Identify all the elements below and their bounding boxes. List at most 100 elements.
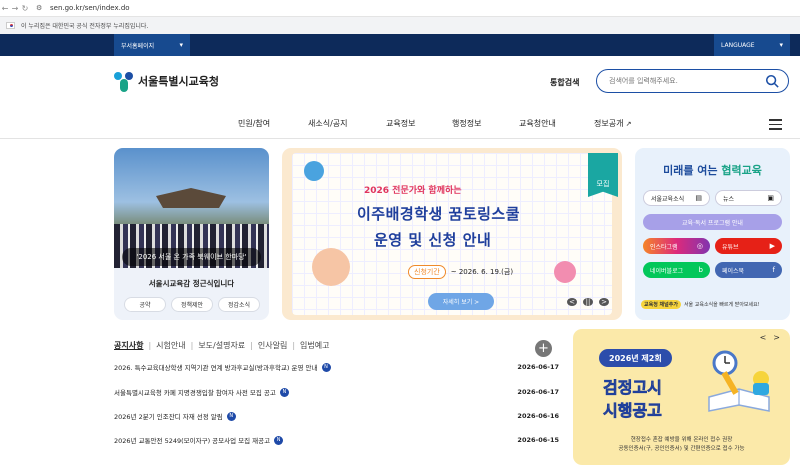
tab-exam[interactable]: 시험안내 bbox=[156, 340, 185, 351]
top-nav-bar: 부서홈페이지 ▾ LANGUAGE ▾ bbox=[0, 34, 800, 56]
main-menu: 민원/참여 새소식/공지 교육정보 행정정보 교육청안내 정보공개 ↗ bbox=[0, 108, 800, 139]
naver-blog-button[interactable]: 네이버블로그 b bbox=[643, 262, 710, 278]
notice-title: 2026. 특수교육대상학생 지역기관 연계 방과후교실(방과후학교) 운영 안… bbox=[114, 364, 318, 372]
banner-paper: 2026 전문가와 함께하는 이주배경학생 꿈토링스쿨 운영 및 신청 안내 신… bbox=[292, 153, 618, 315]
channels-card: 미래를 여는 협력교육 서울교육소식 ▤ 뉴스 ▣ 교육·독서 프로그램 안내 인스… bbox=[635, 148, 790, 320]
menu-admin-info[interactable]: 행정정보 bbox=[452, 118, 481, 129]
caret-down-icon: ▾ bbox=[179, 41, 183, 49]
notice-date: 2026-06-17 bbox=[517, 363, 559, 371]
banner-line1: 2026 전문가와 함께하는 bbox=[364, 186, 462, 196]
instagram-icon: ◎ bbox=[696, 242, 703, 250]
next-slide-icon[interactable]: > bbox=[599, 298, 609, 306]
tab-notice[interactable]: 공지사항 bbox=[114, 340, 143, 351]
superintendent-card: '2026 서울 온 가족 북웨이브 한마당' 서울시교육감 정근식입니다 공약… bbox=[114, 148, 269, 320]
banner-line2: 이주배경학생 꿈토링스쿨 bbox=[357, 205, 521, 223]
site-logo[interactable]: 서울특별시교육청 bbox=[114, 70, 219, 92]
news-label: 뉴스 bbox=[723, 195, 735, 203]
notice-row[interactable]: 서울특별시교육청 카페 지명경쟁입찰 참여자 사전 모집 공고 N 2026-06-… bbox=[114, 384, 559, 400]
menu-edu-info[interactable]: 교육정보 bbox=[386, 118, 415, 129]
search-label: 통합검색 bbox=[550, 78, 580, 87]
notice-row[interactable]: 2026년 교통안전 5249(모이자구) 공모사업 모집 재공고 N 2026-0… bbox=[114, 432, 559, 448]
notice-date: 2026-06-16 bbox=[517, 412, 559, 420]
policy-proposal-button[interactable]: 정책제안 bbox=[171, 297, 213, 312]
seoul-news-button[interactable]: 서울교육소식 ▤ bbox=[643, 190, 710, 206]
news-icon: ▣ bbox=[767, 194, 774, 202]
tab-divider: | bbox=[148, 341, 152, 350]
prev-slide-icon[interactable]: < bbox=[567, 298, 577, 306]
menu-disclosure[interactable]: 정보공개 ↗ bbox=[594, 118, 632, 129]
site-info-icon[interactable]: ⚙ bbox=[36, 4, 46, 12]
notice-row[interactable]: 2026년 2분기 인조잔디 자재 선정 알림 N 2026-06-16 bbox=[114, 408, 559, 424]
tab-press[interactable]: 보도/설명자료 bbox=[198, 340, 245, 351]
search-input[interactable] bbox=[609, 77, 759, 85]
notice-date: 2026-06-15 bbox=[517, 436, 559, 444]
banner-period: 신청기간 ~ 2026. 6. 19.(금) bbox=[408, 265, 513, 279]
language-dropdown[interactable]: LANGUAGE ▾ bbox=[714, 34, 790, 56]
gov-banner-text[interactable]: 이 누리집은 대한민국 공식 전자정부 누리집입니다. bbox=[21, 21, 148, 30]
more-notices-plus-icon[interactable]: + bbox=[535, 340, 552, 357]
period-tag: 신청기간 bbox=[408, 265, 446, 279]
promo-prev-icon[interactable]: < bbox=[760, 333, 767, 342]
search-icon[interactable] bbox=[765, 74, 779, 88]
dept-homepage-label: 부서홈페이지 bbox=[121, 42, 155, 50]
pledge-button[interactable]: 공약 bbox=[124, 297, 166, 312]
caret-down-icon: ▾ bbox=[779, 41, 783, 49]
facebook-button[interactable]: 페이스북 f bbox=[715, 262, 782, 278]
banner-more-button[interactable]: 자세히 보기 > bbox=[428, 293, 494, 310]
url-text[interactable]: sen.go.kr/sen/index.do bbox=[50, 4, 130, 12]
dept-homepage-dropdown[interactable]: 부서홈페이지 ▾ bbox=[114, 34, 190, 56]
menu-news[interactable]: 새소식/공지 bbox=[308, 118, 348, 129]
pause-icon[interactable]: || bbox=[583, 298, 593, 306]
back-icon[interactable]: ← bbox=[0, 4, 10, 13]
promo-title-line1: 검정고시 bbox=[603, 378, 662, 398]
youtube-icon: ▶ bbox=[769, 242, 775, 250]
promo-arrows: < > bbox=[760, 333, 780, 342]
notice-title: 서울특별시교육청 카페 지명경쟁입찰 참여자 사전 모집 공고 bbox=[114, 389, 276, 397]
facebook-icon: f bbox=[772, 266, 775, 274]
tab-personnel[interactable]: 인사알림 bbox=[258, 340, 287, 351]
newsletter-icon: ▤ bbox=[695, 194, 702, 202]
hamburger-menu-icon[interactable] bbox=[769, 119, 782, 130]
promo-next-icon[interactable]: > bbox=[773, 333, 780, 342]
photo-caption: '2026 서울 온 가족 북웨이브 한마당' bbox=[122, 248, 261, 266]
new-badge: N bbox=[274, 435, 284, 445]
notice-title: 2026년 교통안전 5249(모이자구) 공모사업 모집 재공고 bbox=[114, 437, 271, 445]
new-badge: N bbox=[321, 362, 331, 372]
tab-legislation[interactable]: 입법예고 bbox=[300, 340, 329, 351]
youtube-button[interactable]: 유튜브 ▶ bbox=[715, 238, 782, 254]
promo-notes: 현장접수 혼잡 예방을 위해 온라인 접수 권장 공동인증서(구, 공인인증서)… bbox=[573, 436, 790, 454]
seoul-news-label: 서울교육소식 bbox=[651, 195, 685, 203]
tab-divider: | bbox=[292, 341, 296, 350]
naver-blog-icon: b bbox=[698, 266, 703, 274]
instagram-label: 인스타그램 bbox=[650, 243, 678, 251]
news-button[interactable]: 뉴스 ▣ bbox=[715, 190, 782, 206]
tab-divider: | bbox=[190, 341, 194, 350]
logo-mark-icon bbox=[114, 70, 134, 92]
ged-promo-banner[interactable]: < > 2026년 제2회 검정고시 시행공고 현장접수 혼잡 예방을 위해 온… bbox=[573, 329, 790, 465]
period-value: ~ 2026. 6. 19.(금) bbox=[450, 268, 514, 276]
main-banner[interactable]: 2026 전문가와 함께하는 이주배경학생 꿈토링스쿨 운영 및 신청 안내 신… bbox=[282, 148, 622, 320]
superintendent-subtitle: 서울시교육감 정근식입니다 bbox=[148, 279, 235, 288]
tab-divider: | bbox=[250, 341, 253, 350]
reload-icon[interactable]: ↻ bbox=[20, 4, 30, 13]
menu-civil[interactable]: 민원/참여 bbox=[238, 118, 270, 129]
language-label: LANGUAGE bbox=[721, 41, 755, 49]
event-photo[interactable]: '2026 서울 온 가족 북웨이브 한마당' bbox=[114, 148, 269, 268]
news-button[interactable]: 정감소식 bbox=[218, 297, 260, 312]
channel-add-text: 서울 교육소식을 빠르게 받아보세요! bbox=[683, 302, 760, 308]
program-guide-button[interactable]: 교육·독서 프로그램 안내 bbox=[643, 214, 782, 230]
menu-about[interactable]: 교육청안내 bbox=[519, 118, 556, 129]
channel-add-banner[interactable]: 교육청 채널추가 서울 교육소식을 빠르게 받아보세요! bbox=[641, 300, 760, 309]
promo-note-2: 공동인증서(구, 공인인증서) 및 간편인증으로 접수 가능 bbox=[618, 446, 745, 452]
gov-banner: 이 누리집은 대한민국 공식 전자정부 누리집입니다. bbox=[0, 17, 800, 34]
notice-row[interactable]: 2026. 특수교육대상학생 지역기관 연계 방과후교실(방과후학교) 운영 안… bbox=[114, 359, 559, 375]
channels-title: 미래를 여는 협력교육 bbox=[635, 162, 790, 178]
kakao-channel-badge: 교육청 채널추가 bbox=[641, 300, 681, 309]
promo-title-line2: 시행공고 bbox=[603, 401, 662, 421]
banner-line3: 운영 및 신청 안내 bbox=[374, 231, 492, 249]
instagram-button[interactable]: 인스타그램 ◎ bbox=[643, 238, 710, 254]
recruit-badge: 모집 bbox=[588, 153, 618, 197]
search-box bbox=[596, 69, 789, 93]
forward-icon[interactable]: → bbox=[10, 4, 20, 13]
new-badge: N bbox=[279, 387, 289, 397]
